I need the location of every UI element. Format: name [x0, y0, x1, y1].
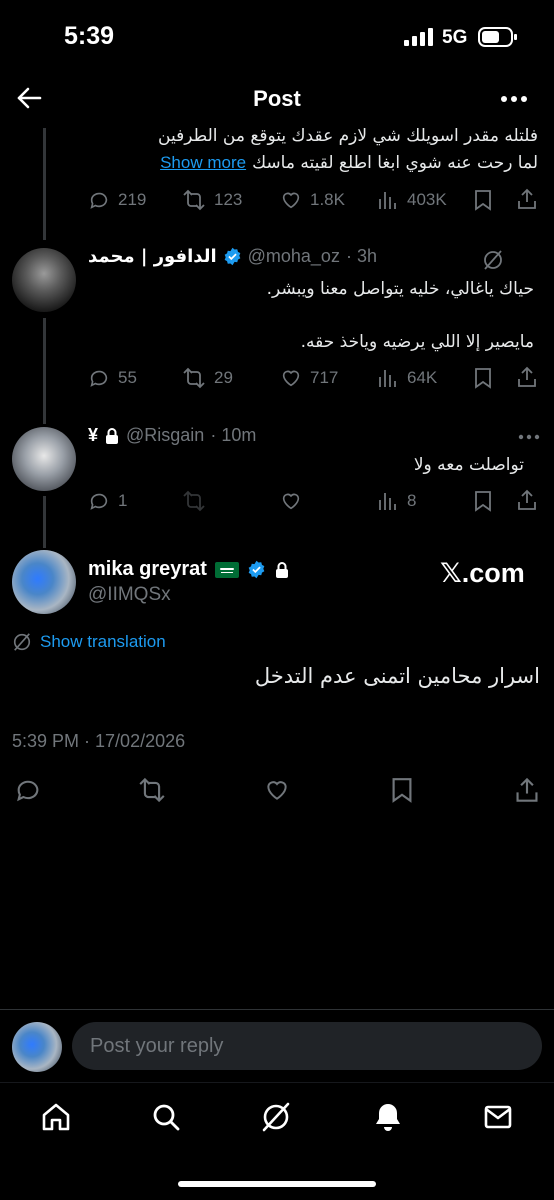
network-label: 5G: [442, 27, 468, 48]
reply-button[interactable]: 55: [88, 367, 137, 389]
author-name[interactable]: mika greyrat: [88, 558, 207, 581]
show-more-link[interactable]: Show more: [160, 153, 246, 173]
thread-line: [43, 128, 46, 240]
battery-icon: [478, 26, 518, 48]
home-indicator: [178, 1181, 376, 1187]
views-button[interactable]: 8: [377, 490, 416, 512]
post-timestamp: 5:39 PM · 17/02/2026: [12, 731, 186, 751]
like-button[interactable]: 1.8K: [280, 189, 345, 211]
like-button[interactable]: 717: [280, 367, 338, 389]
share-icon[interactable]: [516, 366, 538, 388]
repost-button[interactable]: [182, 490, 206, 512]
views-icon: [379, 192, 396, 209]
grok-icon[interactable]: [482, 249, 504, 271]
more-options-icon[interactable]: [518, 434, 540, 440]
reply-button[interactable]: 1: [88, 490, 127, 512]
repost-button[interactable]: 29: [182, 367, 233, 389]
saudi-flag-icon: [214, 561, 239, 578]
repost-count: 123: [214, 190, 243, 209]
thread-line: [43, 318, 46, 424]
notifications-bell-icon[interactable]: [372, 1101, 404, 1133]
post-text-line: Show more لما رحت عنه شوي ابغا اطلع لقيت…: [160, 153, 538, 173]
page-title: Post: [253, 86, 301, 111]
heart-icon: [282, 192, 300, 209]
reply-icon: [90, 493, 108, 510]
x-watermark: 𝕏.com: [440, 558, 525, 588]
author-handle: @Risgain: [126, 425, 205, 445]
post-text: مايصير إلا اللي يرضيه وياخذ حقه.: [300, 332, 534, 352]
views-button[interactable]: 403K: [377, 189, 447, 211]
lock-icon: [275, 561, 288, 578]
status-time: 5:39: [64, 22, 115, 50]
lock-icon: [106, 427, 119, 444]
like-button[interactable]: [280, 490, 302, 512]
bottom-nav: [0, 1082, 554, 1200]
bookmark-icon[interactable]: [473, 189, 493, 211]
repost-button[interactable]: 123: [182, 189, 242, 211]
bookmark-icon[interactable]: [473, 490, 493, 512]
author-name[interactable]: ¥: [88, 425, 98, 446]
search-icon[interactable]: [150, 1101, 182, 1133]
reply-input[interactable]: Post your reply: [72, 1022, 542, 1070]
grok-icon[interactable]: [260, 1101, 292, 1133]
reply-count: 219: [118, 190, 147, 209]
reply-count: 1: [118, 491, 128, 510]
heart-icon: [282, 370, 300, 387]
author-name[interactable]: الدافور | محمد: [88, 246, 217, 267]
reply-icon[interactable]: [14, 776, 42, 804]
avatar[interactable]: [12, 427, 76, 491]
post-text: فلتله مقدر اسويلك شي لازم عقدك يتوقع من …: [158, 126, 538, 146]
views-button[interactable]: 64K: [377, 367, 437, 389]
verified-badge-icon: [248, 560, 265, 579]
home-icon[interactable]: [40, 1101, 72, 1133]
share-icon[interactable]: [516, 489, 538, 511]
bookmark-icon[interactable]: [390, 776, 414, 804]
share-icon[interactable]: [516, 188, 538, 210]
main-post-text: اسرار محامين اتمنى عدم التدخل: [254, 664, 540, 688]
heart-icon[interactable]: [263, 777, 291, 803]
repost-icon: [183, 490, 205, 512]
thread-line: [43, 496, 46, 548]
views-count: 64K: [407, 368, 438, 387]
reply-button[interactable]: 219: [88, 189, 146, 211]
reply-icon: [90, 370, 108, 387]
avatar: [12, 1022, 62, 1072]
show-translation-label: Show translation: [40, 632, 166, 651]
post-text: لما رحت عنه شوي ابغا اطلع لقيته ماسك: [252, 153, 538, 173]
author-handle: @IIMQSx: [88, 584, 171, 605]
post-time: · 10m: [210, 425, 257, 445]
author-row: mika greyrat: [88, 558, 290, 581]
signal-icon: [404, 28, 434, 48]
avatar[interactable]: [12, 550, 76, 614]
views-icon: [379, 370, 396, 387]
author-handle: @moha_oz: [247, 246, 340, 266]
translate-icon: [13, 633, 31, 651]
author-row: ¥ @Risgain · 10m: [88, 425, 256, 446]
bookmark-icon[interactable]: [473, 367, 493, 389]
repost-icon: [183, 189, 205, 211]
post-time: · 3h: [345, 246, 377, 266]
messages-icon[interactable]: [482, 1101, 514, 1133]
reply-count: 55: [118, 368, 137, 387]
repost-icon[interactable]: [137, 777, 167, 803]
views-icon: [379, 493, 396, 510]
reply-bar-divider: [0, 1009, 554, 1010]
views-count: 403K: [407, 190, 447, 209]
post-text: تواصلت معه ولا: [413, 455, 524, 475]
post-text: حياك ياغالي، خليه يتواصل معنا ويبشر.: [266, 279, 534, 299]
views-count: 8: [407, 491, 417, 510]
avatar[interactable]: [12, 248, 76, 312]
heart-icon: [282, 493, 300, 510]
like-count: 717: [310, 368, 339, 387]
repost-count: 29: [214, 368, 233, 387]
verified-badge-icon: [224, 247, 240, 266]
reply-icon: [90, 192, 108, 209]
show-translation-button[interactable]: Show translation: [12, 632, 166, 652]
repost-icon: [183, 367, 205, 389]
reply-placeholder: Post your reply: [90, 1034, 224, 1057]
more-options-icon[interactable]: [500, 95, 528, 103]
author-row: الدافور | محمد @moha_oz · 3h: [88, 246, 377, 267]
like-count: 1.8K: [310, 190, 345, 209]
share-icon[interactable]: [514, 776, 540, 804]
